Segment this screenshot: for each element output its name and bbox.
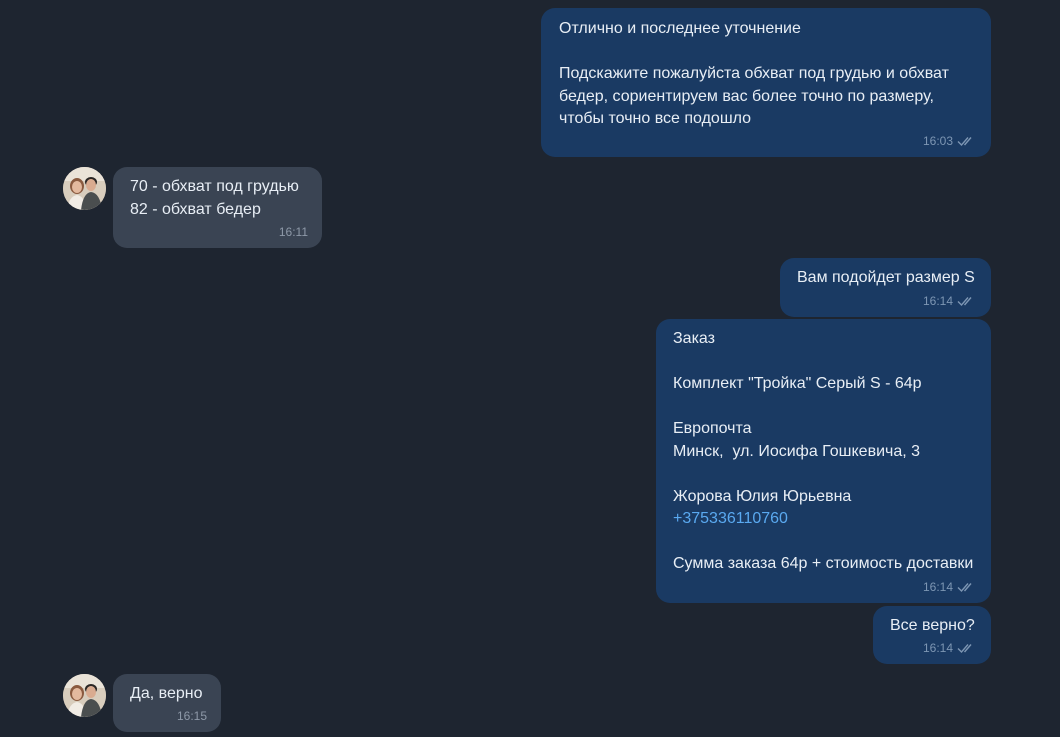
message-line: Заказ	[673, 330, 715, 347]
message-text: Да, верно	[130, 683, 204, 706]
message-line: Жорова Юлия Юрьевна	[673, 487, 852, 505]
message-text: Заказ Комплект "Тройка" Серый S - 64р Ев…	[673, 328, 974, 576]
message-line: Комплект "Тройка" Серый S - 64р	[673, 375, 922, 392]
message-line: 70 - обхват под грудью	[130, 178, 299, 195]
user-avatar[interactable]	[63, 674, 106, 717]
message-text: Вам подойдет размер S	[797, 267, 975, 290]
message-bubble-outgoing[interactable]: Вам подойдет размер S 16:14	[780, 258, 991, 317]
message-line	[673, 463, 974, 486]
message-line	[673, 351, 974, 374]
message-meta: 16:11	[279, 225, 308, 239]
message-line: Подскажите пожалуйста обхват под грудью …	[559, 65, 949, 82]
message-line	[673, 396, 974, 419]
message-bubble-outgoing[interactable]: Заказ Комплект "Тройка" Серый S - 64р Ев…	[656, 319, 991, 603]
message-bubble-incoming[interactable]: 70 - обхват под грудью 82 - обхват бедер…	[113, 167, 322, 248]
message-line: Отлично и последнее уточнение	[559, 20, 801, 37]
double-check-icon	[957, 644, 972, 654]
message-line: Все верно?	[890, 617, 975, 634]
message-text: Отлично и последнее уточнение Подскажите…	[559, 18, 973, 131]
message-line: Вам подойдет размер S	[797, 269, 975, 286]
message-bubble-outgoing[interactable]: Отлично и последнее уточнение Подскажите…	[541, 8, 991, 157]
avatar-image	[63, 674, 106, 717]
double-check-icon	[957, 583, 972, 593]
message-bubble-incoming[interactable]: Да, верно 16:15	[113, 674, 221, 732]
message-line: Европочта	[673, 420, 752, 437]
message-meta: 16:14	[923, 580, 977, 594]
message-time: 16:11	[278, 225, 308, 239]
message-line	[673, 531, 974, 554]
message-meta: 16:14	[923, 294, 977, 308]
message-line	[559, 41, 973, 64]
double-check-icon	[957, 137, 972, 147]
message-text: 70 - обхват под грудью 82 - обхват бедер	[130, 176, 305, 221]
chat-history: Отлично и последнее уточнение Подскажите…	[0, 0, 1060, 737]
message-time: 16:14	[922, 641, 953, 655]
message-bubble-outgoing[interactable]: Все верно? 16:14	[873, 606, 991, 664]
message-meta: 16:15	[177, 709, 207, 723]
message-text: Все верно?	[890, 615, 975, 638]
avatar-image	[63, 167, 106, 210]
message-meta: 16:03	[923, 134, 977, 148]
message-line: 82 - обхват бедер	[130, 200, 261, 218]
message-line: чтобы точно все подошло	[559, 110, 752, 127]
user-avatar[interactable]	[63, 167, 106, 210]
message-time: 16:14	[922, 294, 953, 308]
message-line: Сумма заказа 64р + стоимость доставки	[673, 555, 974, 572]
message-time: 16:15	[176, 709, 207, 723]
message-time: 16:03	[922, 134, 953, 148]
phone-link[interactable]: +375336110760	[673, 508, 974, 531]
message-time: 16:14	[922, 580, 953, 594]
message-line: Да, верно	[130, 685, 203, 702]
double-check-icon	[957, 297, 972, 307]
message-line: бедер, сориентируем вас более точно по р…	[559, 87, 934, 105]
message-line: Минск, ул. Иосифа Гошкевича, 3	[673, 442, 921, 460]
message-meta: 16:14	[923, 641, 977, 655]
